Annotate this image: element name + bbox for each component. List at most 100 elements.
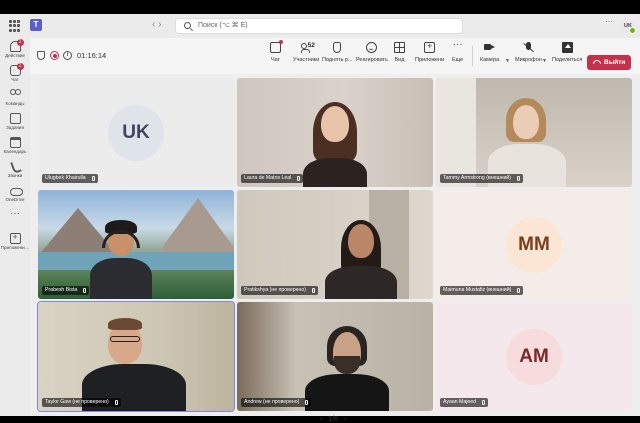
apps-label: Приложени	[415, 57, 445, 63]
left-rail: 1 Действие 1 Чат Команды Задания Календа…	[0, 38, 30, 416]
chat-icon: 1	[9, 63, 24, 76]
calendar-icon	[9, 137, 21, 148]
search-icon	[184, 22, 191, 29]
camera-label: Камера	[480, 57, 500, 63]
rail-item-label: Команды	[5, 101, 25, 106]
share-label: Поделиться	[552, 57, 583, 63]
participant-name: Tammy Armstrong (внешний)	[443, 175, 512, 181]
participant-tile[interactable]: Taylor Gaw (не проверено)	[37, 301, 235, 412]
activity-badge: 1	[16, 39, 24, 46]
participant-tile[interactable]: Tammy Armstrong (внешний)	[436, 78, 632, 187]
share-screen-icon	[561, 42, 573, 53]
rail-item-label: Приложени…	[0, 245, 30, 250]
nav-arrows-icon[interactable]: ‹ ›	[152, 19, 161, 30]
apps-button[interactable]: Приложени	[415, 41, 445, 63]
participants-label: Участники	[293, 57, 320, 63]
participant-tile[interactable]: Pratikshya (не проверено)	[237, 190, 433, 299]
rail-item-label: OneDrive	[5, 197, 25, 202]
rail-item-onedrive[interactable]: OneDrive	[0, 185, 30, 202]
rail-item-apps[interactable]: Приложени…	[0, 232, 30, 250]
participant-tile[interactable]: Laura de Matos Leal	[237, 78, 433, 187]
share-button[interactable]: Поделиться	[552, 42, 582, 63]
leave-button[interactable]: Выйти	[587, 55, 631, 70]
react-label: Реагировать	[356, 57, 388, 63]
add-apps-icon	[424, 41, 436, 53]
camera-icon	[484, 42, 496, 53]
participant-name-tag: Andrew (не проверено)	[241, 398, 312, 407]
participants-button[interactable]: 52 Участники	[293, 42, 319, 63]
rail-item-more[interactable]: ···	[0, 208, 30, 221]
chat-label: Чат	[270, 57, 281, 63]
mic-icon	[312, 288, 315, 293]
mic-button[interactable]: Микрофон	[515, 42, 542, 63]
info-icon[interactable]: i	[63, 51, 72, 60]
participant-name: Maimuna Mustafiz (внешний)	[443, 287, 512, 293]
rail-item-calls[interactable]: Звонки	[0, 161, 30, 178]
search-placeholder: Поиск (⌥ ⌘ E)	[198, 22, 248, 29]
smile-icon	[366, 42, 378, 53]
participant-name-tag: Tammy Armstrong (внешний)	[440, 174, 524, 183]
participant-name-tag: Prabesh Bista	[42, 286, 90, 295]
raise-hand-button[interactable]: Поднять р...	[322, 42, 353, 63]
rail-item-label: Звонки	[7, 173, 23, 178]
mic-options-chevron-down-icon[interactable]: ▼	[542, 58, 547, 64]
participant-video	[436, 78, 632, 187]
participant-tile[interactable]: AM Ayaan Majeed	[436, 302, 632, 411]
video-stage: UK Ulugbek Khairulla Laura de Matos Leal…	[30, 74, 640, 423]
divider	[472, 46, 473, 66]
mic-muted-icon	[523, 42, 534, 53]
participant-video	[237, 190, 433, 299]
recording-icon[interactable]	[50, 51, 59, 60]
chat-button[interactable]: Чат	[270, 40, 283, 63]
participant-name: Prabesh Bista	[45, 287, 78, 293]
view-button[interactable]: Вид	[394, 42, 405, 63]
meeting-controls-bar: i 01:16:14 Чат 52 Участники Поднять р...…	[30, 38, 640, 74]
participant-name-tag: Ayaan Majeed	[440, 398, 489, 407]
participant-tile[interactable]: MM Maimuna Mustafiz (внешний)	[436, 190, 632, 299]
view-grid-icon	[394, 42, 405, 53]
pager-prev-button[interactable]: ‹	[320, 416, 322, 423]
shield-icon[interactable]	[37, 51, 45, 60]
rail-item-teams[interactable]: Команды	[0, 89, 30, 106]
rail-item-calendar[interactable]: Календарь	[0, 137, 30, 154]
chat-badge: 1	[16, 63, 24, 70]
view-label: Вид	[394, 57, 405, 63]
participant-name: Taylor Gaw (не проверено)	[45, 399, 109, 405]
teams-logo-icon: T	[30, 19, 42, 31]
rail-item-assignments[interactable]: Задания	[0, 113, 30, 130]
participant-video	[237, 78, 433, 187]
participant-name-tag: Taylor Gaw (не проверено)	[42, 398, 121, 407]
rail-item-chat[interactable]: 1 Чат	[0, 63, 30, 82]
pager-label: 1/6	[328, 416, 339, 423]
rail-item-activity[interactable]: 1 Действие	[0, 39, 30, 58]
participant-video	[38, 302, 234, 411]
participant-name-tag: Laura de Matos Leal	[241, 174, 304, 183]
mic-icon	[83, 288, 87, 293]
assignments-icon	[9, 113, 21, 124]
more-options-button[interactable]: ···	[605, 17, 613, 26]
react-button[interactable]: Реагировать	[356, 42, 388, 63]
more-button[interactable]: ··· Еще	[452, 40, 463, 64]
participant-tile[interactable]: Andrew (не проверено)	[237, 302, 433, 411]
avatar[interactable]: UK	[621, 19, 636, 34]
rail-item-label: Чат	[11, 77, 19, 82]
search-input[interactable]: Поиск (⌥ ⌘ E)	[175, 18, 463, 34]
participant-tile[interactable]: Prabesh Bista	[38, 190, 234, 299]
participant-avatar: AM	[506, 329, 562, 385]
pager-next-button[interactable]: ›	[344, 416, 346, 423]
app-launcher-icon[interactable]	[9, 20, 21, 32]
participant-tile[interactable]: UK Ulugbek Khairulla	[38, 78, 234, 187]
chat-icon	[270, 40, 283, 53]
raise-hand-label: Поднять р...	[322, 57, 353, 63]
apps-icon	[9, 232, 21, 244]
teams-window: T ‹ › Поиск (⌥ ⌘ E) ··· UK 1 Действие 1 …	[0, 14, 640, 423]
mic-icon	[114, 400, 118, 405]
title-bar: T ‹ › Поиск (⌥ ⌘ E) ··· UK	[0, 14, 640, 38]
camera-options-chevron-down-icon[interactable]: ▼	[505, 58, 510, 64]
camera-button[interactable]: Камера	[480, 42, 499, 63]
mic-label: Микрофон	[515, 57, 542, 63]
leave-label: Выйти	[604, 59, 626, 66]
more-icon: ···	[10, 208, 20, 219]
participant-name-tag: Ulugbek Khairulla	[42, 174, 98, 183]
people-icon: 52	[300, 42, 315, 53]
